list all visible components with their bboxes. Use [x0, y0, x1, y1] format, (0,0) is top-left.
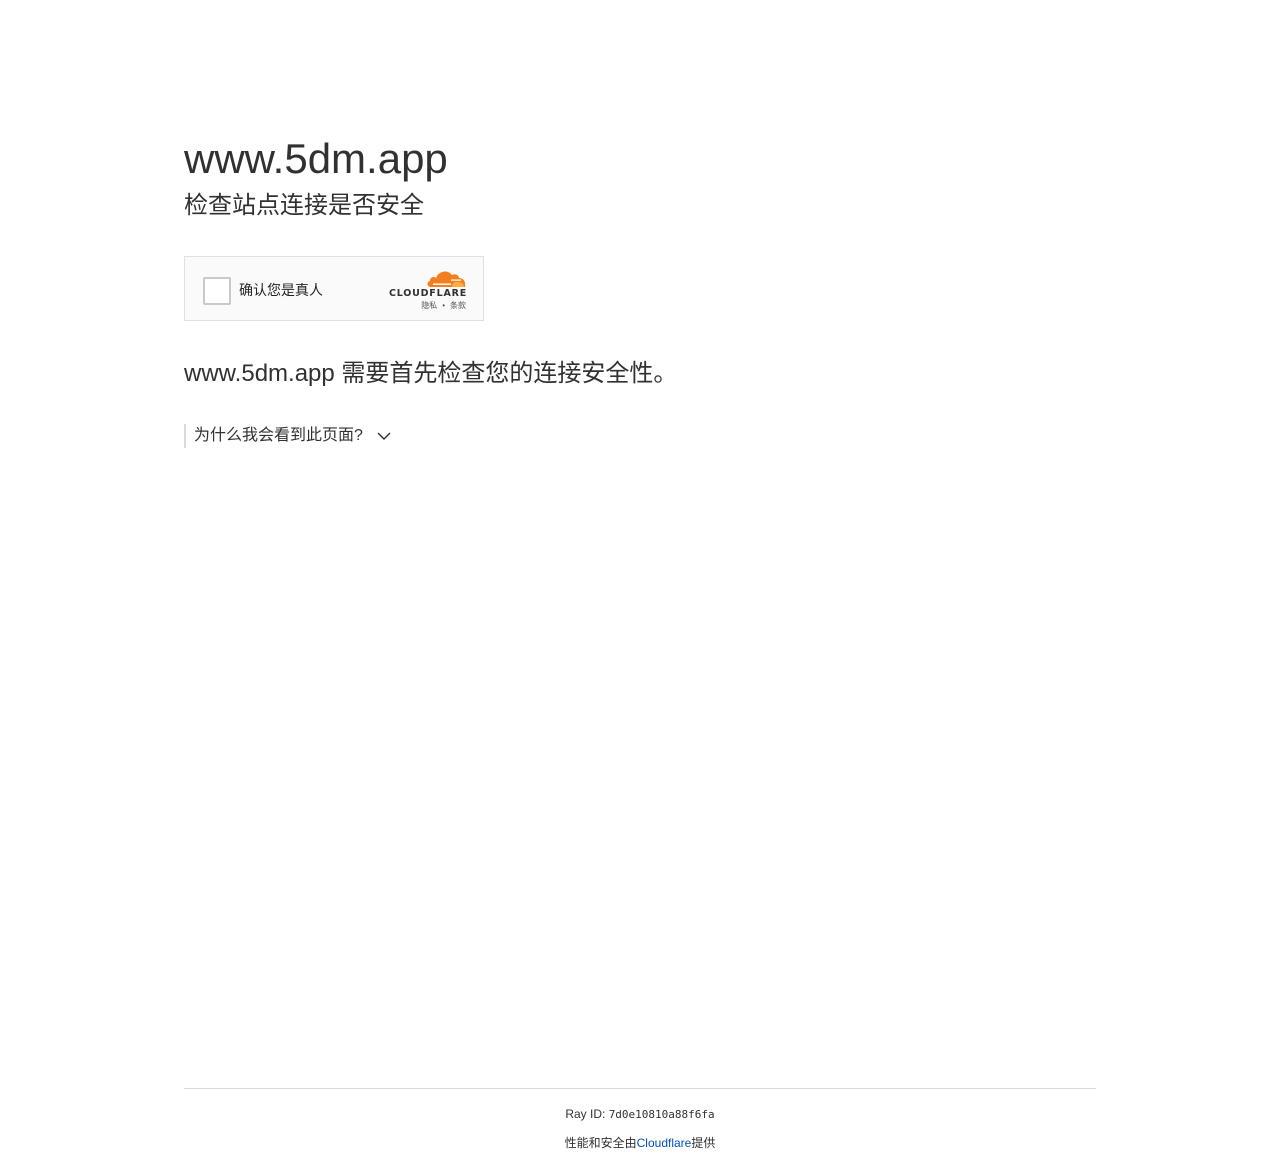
why-details-toggle[interactable]: 为什么我会看到此页面? [184, 424, 391, 448]
security-notice: www.5dm.app 需要首先检查您的连接安全性。 [184, 360, 678, 387]
cloudflare-link[interactable]: Cloudflare [637, 1136, 692, 1150]
performance-suffix: 提供 [691, 1136, 716, 1150]
cloudflare-wordmark: CLOUDFLARE [388, 288, 467, 299]
link-separator: • [442, 301, 445, 310]
ray-id-line: Ray ID: 7d0e10810a88f6fa [0, 1104, 1280, 1125]
ray-id-label: Ray ID: [565, 1107, 609, 1121]
page-subtitle: 检查站点连接是否安全 [184, 192, 424, 219]
why-details-label[interactable]: 为什么我会看到此页面? [194, 424, 363, 448]
cloudflare-logo: CLOUDFLARE 隐私 • 条款 [387, 267, 467, 311]
site-title: www.5dm.app [184, 135, 448, 182]
challenge-widget: 确认您是真人 CLOUDFLARE 隐私 • 条款 [184, 256, 484, 321]
verify-label[interactable]: 确认您是真人 [239, 281, 323, 299]
verify-checkbox[interactable] [203, 277, 231, 305]
chevron-down-icon[interactable] [377, 431, 391, 441]
cloudflare-cloud-icon [427, 271, 466, 287]
ray-id-value: 7d0e10810a88f6fa [608, 1108, 715, 1121]
performance-prefix: 性能和安全由 [564, 1136, 637, 1150]
privacy-link[interactable]: 隐私 [421, 301, 437, 310]
terms-link[interactable]: 条款 [450, 301, 466, 310]
performance-line: 性能和安全由Cloudflare提供 [0, 1133, 1280, 1153]
footer: Ray ID: 7d0e10810a88f6fa 性能和安全由Cloudflar… [0, 1104, 1280, 1153]
footer-divider [184, 1088, 1096, 1089]
widget-links: 隐私 • 条款 [421, 301, 466, 311]
